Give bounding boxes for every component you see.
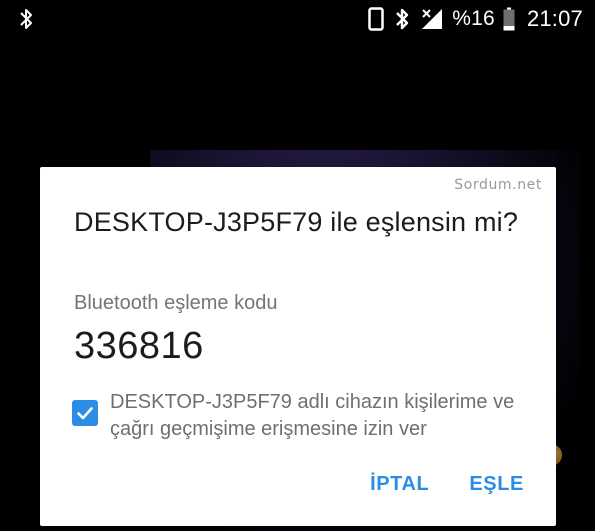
battery-icon — [503, 7, 515, 31]
battery-percent: %16 — [452, 7, 495, 30]
screen: %16 21:07 Sordum.net DESKTOP-J3P5F79 ile… — [0, 0, 595, 531]
dialog-actions: İPTAL EŞLE — [368, 469, 526, 500]
contacts-access-checkbox[interactable] — [72, 400, 98, 426]
dialog-title: DESKTOP-J3P5F79 ile eşlensin mi? — [74, 207, 519, 237]
status-bar-right: %16 21:07 — [368, 0, 583, 38]
pairing-code-label: Bluetooth eşleme kodu — [74, 292, 278, 314]
clock: 21:07 — [526, 6, 583, 31]
cancel-button[interactable]: İPTAL — [368, 469, 431, 500]
pairing-dialog: Sordum.net DESKTOP-J3P5F79 ile eşlensin … — [40, 167, 556, 526]
contacts-access-option[interactable]: DESKTOP-J3P5F79 adlı cihazın kişilerime … — [72, 389, 542, 443]
status-bar: %16 21:07 — [0, 0, 595, 38]
pairing-code: 336816 — [74, 325, 204, 367]
watermark: Sordum.net — [454, 177, 542, 193]
bluetooth-icon — [392, 7, 412, 31]
checkmark-icon — [77, 407, 93, 420]
signal-icon — [420, 7, 444, 31]
phone-icon — [368, 7, 385, 31]
contacts-access-label: DESKTOP-J3P5F79 adlı cihazın kişilerime … — [110, 391, 515, 440]
bluetooth-icon — [16, 7, 36, 31]
pair-button[interactable]: EŞLE — [467, 469, 526, 500]
